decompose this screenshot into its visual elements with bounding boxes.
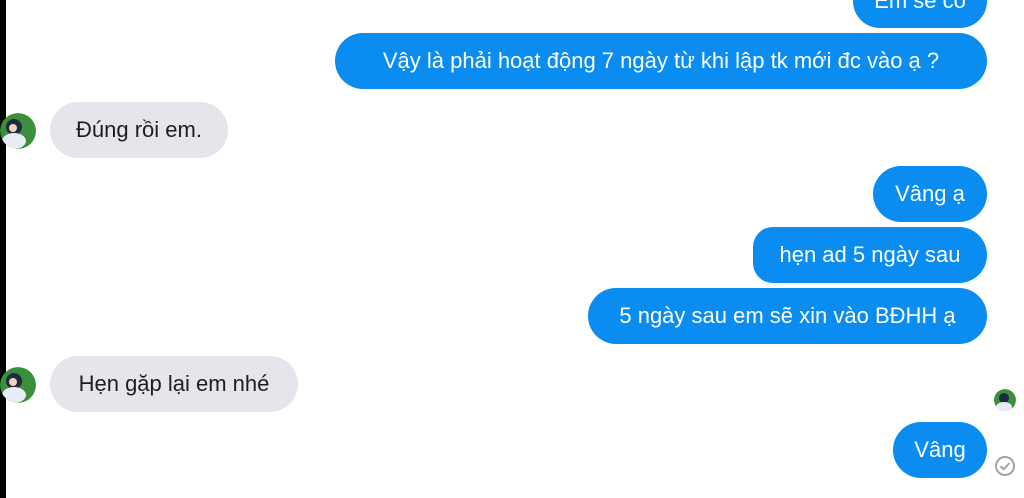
- message-bubble-outgoing[interactable]: 5 ngày sau em sẽ xin vào BĐHH ạ: [588, 288, 987, 344]
- message-bubble-outgoing[interactable]: Em sẽ có: [853, 0, 987, 28]
- message-text: 5 ngày sau em sẽ xin vào BĐHH ạ: [619, 303, 956, 328]
- sender-avatar-icon[interactable]: [0, 367, 36, 403]
- message-text: Hẹn gặp lại em nhé: [78, 371, 270, 396]
- message-text: Đúng rồi em.: [76, 117, 202, 142]
- message-text: Vâng: [914, 437, 966, 462]
- sender-avatar-icon[interactable]: [0, 113, 36, 149]
- message-text: Vậy là phải hoạt động 7 ngày từ khi lập …: [382, 48, 940, 73]
- message-text: Vâng ạ: [895, 181, 965, 206]
- message-bubble-incoming[interactable]: Hẹn gặp lại em nhé: [50, 356, 298, 412]
- sent-check-icon: [994, 455, 1016, 477]
- message-bubble-outgoing[interactable]: hẹn ad 5 ngày sau: [753, 227, 987, 283]
- window-left-edge: [0, 0, 6, 498]
- message-bubble-outgoing[interactable]: Vâng ạ: [873, 166, 987, 222]
- message-bubble-outgoing[interactable]: Vậy là phải hoạt động 7 ngày từ khi lập …: [335, 33, 987, 89]
- message-text: Em sẽ có: [874, 0, 966, 13]
- message-bubble-incoming[interactable]: Đúng rồi em.: [50, 102, 228, 158]
- seen-avatar-icon: [994, 389, 1016, 411]
- message-text: hẹn ad 5 ngày sau: [779, 242, 961, 267]
- message-bubble-outgoing[interactable]: Vâng: [893, 422, 987, 478]
